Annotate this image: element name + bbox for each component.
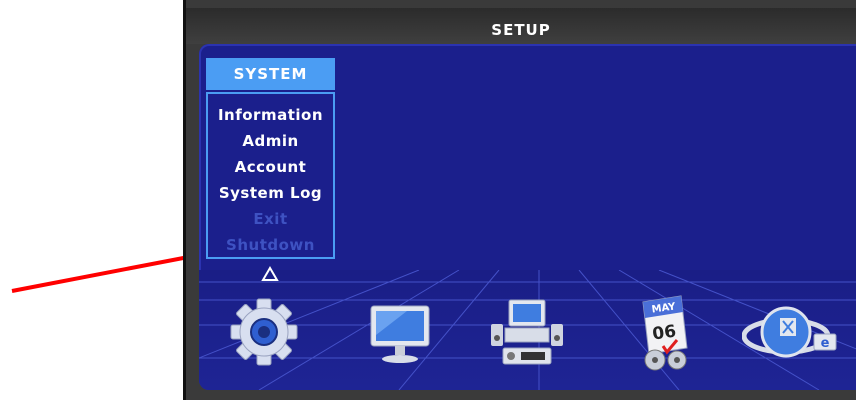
menu-item-admin[interactable]: Admin	[208, 132, 333, 150]
svg-text:06: 06	[651, 321, 677, 344]
setup-panel: SYSTEM Information Admin Account System …	[199, 44, 856, 390]
menu-item-exit[interactable]: Exit	[208, 210, 333, 228]
monitor-icon[interactable]	[367, 302, 433, 370]
gear-icon[interactable]	[229, 297, 299, 371]
computer-devices-icon[interactable]	[487, 296, 567, 376]
menu-item-shutdown[interactable]: Shutdown	[208, 236, 333, 254]
triangle-up-icon[interactable]	[261, 266, 279, 286]
menu-item-system-log[interactable]: System Log	[208, 184, 333, 202]
menu-header-system: SYSTEM	[206, 58, 335, 90]
menu-item-information[interactable]: Information	[208, 106, 333, 124]
dvr-screen: SETUP SYSTEM Information Admin Account S…	[183, 0, 856, 400]
system-menu: Information Admin Account System Log Exi…	[206, 92, 335, 259]
network-globe-icon[interactable]: e	[741, 302, 842, 372]
badge-e: e	[821, 336, 830, 351]
window-title: SETUP	[186, 8, 856, 44]
calendar-icon[interactable]: MAY 06	[629, 294, 701, 376]
menu-item-account[interactable]: Account	[208, 158, 333, 176]
